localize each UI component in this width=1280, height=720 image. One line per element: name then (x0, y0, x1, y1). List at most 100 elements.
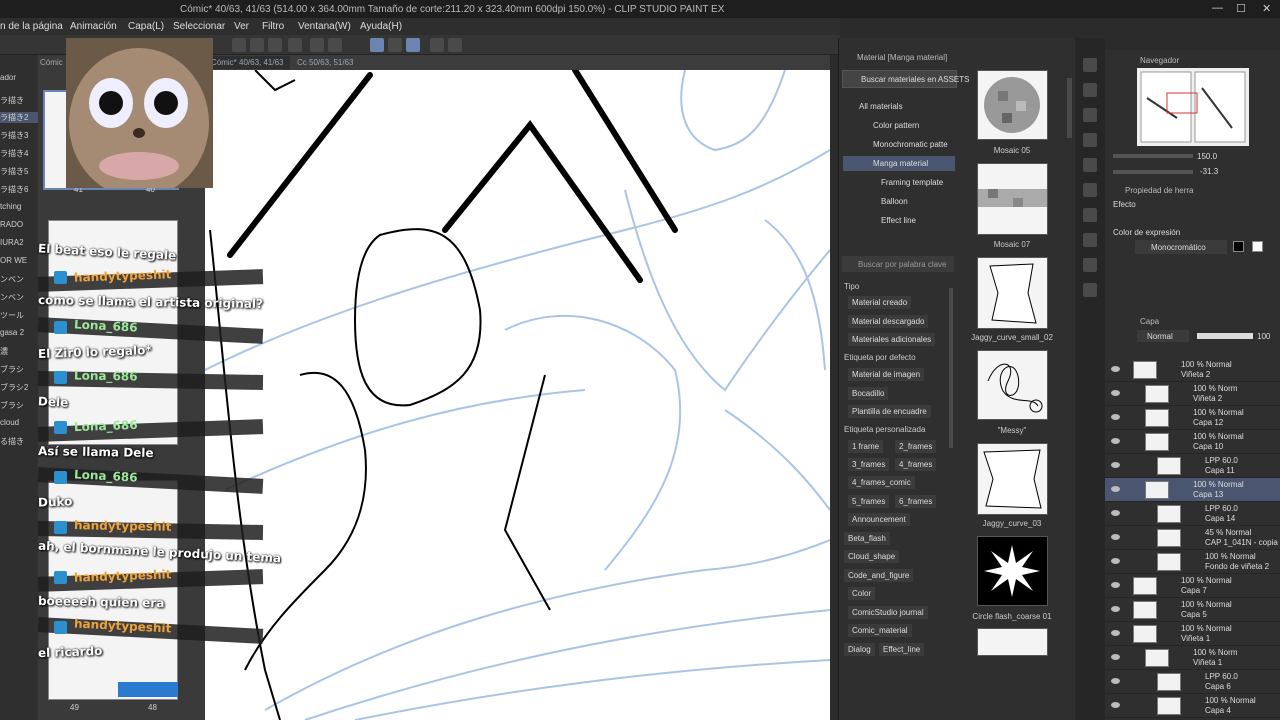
layer-row[interactable]: LPP 60.0 Capa 11 (1105, 454, 1280, 478)
subtool-item[interactable]: gasa 2 (0, 328, 24, 337)
visibility-eye-icon[interactable] (1111, 534, 1120, 540)
layer-row[interactable]: LPP 60.0 Capa 6 (1105, 670, 1280, 694)
material-thumb-jaggy03[interactable] (977, 443, 1048, 515)
tag-created[interactable]: Material creado (848, 296, 912, 309)
visibility-eye-icon[interactable] (1111, 630, 1120, 636)
layer-row[interactable]: 100 % Normal Viñeta 2 (1105, 358, 1280, 382)
visibility-eye-icon[interactable] (1111, 558, 1120, 564)
subtool-item[interactable]: る描き (0, 436, 24, 447)
tag-image-material[interactable]: Material de imagen (848, 368, 925, 381)
menu-animation[interactable]: Animación (70, 21, 117, 32)
panel-icon[interactable] (1083, 83, 1097, 97)
close-button[interactable]: ✕ (1262, 2, 1271, 15)
layer-row[interactable]: 100 % Normal Capa 5 (1105, 598, 1280, 622)
visibility-eye-icon[interactable] (1111, 510, 1120, 516)
panel-icon[interactable] (1083, 233, 1097, 247)
deselect-icon[interactable] (310, 38, 324, 52)
subtool-item[interactable]: ブラシ (0, 364, 24, 375)
tag-custom[interactable]: 4_frames_comic (848, 476, 915, 489)
color-mode-select[interactable]: Monocromático (1135, 240, 1227, 254)
snap-ruler-icon[interactable] (370, 38, 384, 52)
panel-icon[interactable] (1083, 183, 1097, 197)
subtool-item[interactable]: tching (0, 202, 21, 211)
layer-row[interactable]: 100 % Norm Viñeta 2 (1105, 382, 1280, 406)
tree-item-mono[interactable]: Monochromatic patte (873, 140, 948, 149)
panel-icon[interactable] (1083, 158, 1097, 172)
tag-frame-template[interactable]: Plantilla de encuadre (848, 405, 931, 418)
subtool-item-selected[interactable]: ラ描き2 (0, 112, 38, 123)
panel-icon[interactable] (1083, 208, 1097, 222)
layer-row[interactable]: 45 % Normal CAP 1_041N - copia (1105, 526, 1280, 550)
settings-icon[interactable] (430, 38, 444, 52)
visibility-eye-icon[interactable] (1111, 486, 1120, 492)
tree-item-manga[interactable]: Manga material (873, 159, 928, 168)
layer-row[interactable]: 100 % Normal Capa 12 (1105, 406, 1280, 430)
material-thumb-messy[interactable] (977, 350, 1048, 420)
opacity-slider[interactable] (1197, 333, 1253, 339)
fill-icon[interactable] (250, 38, 264, 52)
snap-grid-icon[interactable] (406, 38, 420, 52)
subtool-item[interactable]: OR WE (0, 256, 27, 265)
visibility-eye-icon[interactable] (1111, 366, 1120, 372)
invert-icon[interactable] (328, 38, 342, 52)
tree-item-balloon[interactable]: Balloon (881, 197, 908, 206)
tree-item-all[interactable]: All materials (859, 102, 903, 111)
tag-custom[interactable]: Color (848, 587, 876, 600)
tree-item-framing[interactable]: Framing template (881, 178, 943, 187)
subtool-item[interactable]: RADO (0, 220, 23, 229)
select-icon[interactable] (288, 38, 302, 52)
white-swatch[interactable] (1252, 241, 1263, 252)
material-thumb-circle-flash[interactable] (977, 536, 1048, 606)
panel-icon[interactable] (1083, 258, 1097, 272)
rotation-slider[interactable] (1113, 170, 1193, 174)
material-thumb-mosaic07[interactable] (977, 163, 1048, 235)
tag-downloaded[interactable]: Material descargado (848, 315, 929, 328)
snap-special-icon[interactable] (388, 38, 402, 52)
tab-comic-40[interactable]: Cómic* 40/63, 41/63 (205, 56, 290, 69)
panel-icon[interactable] (1083, 133, 1097, 147)
layer-row[interactable]: 100 % Norm Viñeta 1 (1105, 646, 1280, 670)
tag-custom[interactable]: Effect_line (879, 643, 925, 656)
tags-scrollbar[interactable] (949, 288, 953, 448)
tag-custom[interactable]: 4_frames (895, 458, 937, 471)
layer-row[interactable]: 100 % Normal Viñeta 1 (1105, 622, 1280, 646)
transform-icon[interactable] (232, 38, 246, 52)
visibility-eye-icon[interactable] (1111, 654, 1120, 660)
tag-custom[interactable]: Dialog (844, 643, 875, 656)
subtool-item[interactable]: ブラシ (0, 400, 24, 411)
menu-layer[interactable]: Capa(L) (128, 21, 164, 32)
visibility-eye-icon[interactable] (1111, 678, 1120, 684)
subtool-item[interactable]: ラ描き5 (0, 166, 28, 177)
menu-page[interactable]: n de la página (0, 21, 63, 32)
visibility-eye-icon[interactable] (1111, 462, 1120, 468)
tree-item-color-pattern[interactable]: Color pattern (873, 121, 919, 130)
menu-help[interactable]: Ayuda(H) (360, 21, 402, 32)
panel-icon[interactable] (1083, 58, 1097, 72)
keyword-search-input[interactable]: Buscar por palabra clave (842, 256, 954, 272)
tag-custom[interactable]: Code_and_figure (844, 569, 914, 582)
tag-custom[interactable]: 3_frames (848, 458, 890, 471)
navigator-preview[interactable] (1137, 68, 1249, 146)
tag-custom[interactable]: ComicStudio journal (848, 606, 928, 619)
tree-item-effect-line[interactable]: Effect line (881, 216, 916, 225)
subtool-item[interactable]: ンベン (0, 274, 24, 285)
subtool-item[interactable]: cloud (0, 418, 19, 427)
drawing-canvas[interactable] (205, 70, 830, 720)
pages-tab[interactable]: Cómic (40, 58, 63, 67)
visibility-eye-icon[interactable] (1111, 606, 1120, 612)
subtool-item[interactable]: ラ描き4 (0, 148, 28, 159)
subtool-item[interactable]: ador (0, 73, 16, 82)
menu-filter[interactable]: Filtro (262, 21, 284, 32)
ruler-icon[interactable] (268, 38, 282, 52)
tag-additional[interactable]: Materiales adicionales (848, 333, 936, 346)
tag-custom[interactable]: Beta_flash (844, 532, 890, 545)
blend-mode-select[interactable]: Normal (1137, 330, 1189, 342)
tag-custom[interactable]: 5_frames (848, 495, 890, 508)
layer-row[interactable]: LPP 60.0 Capa 14 (1105, 502, 1280, 526)
layer-row[interactable]: 100 % Normal Fondo de viñeta 2 (1105, 550, 1280, 574)
layer-row[interactable]: 100 % Normal Capa 7 (1105, 574, 1280, 598)
tag-custom[interactable]: 2_frames (895, 440, 937, 453)
thumbs-scrollbar[interactable] (1067, 78, 1072, 138)
subtool-item[interactable]: ラ描き (0, 95, 24, 106)
material-thumb[interactable] (977, 628, 1048, 656)
